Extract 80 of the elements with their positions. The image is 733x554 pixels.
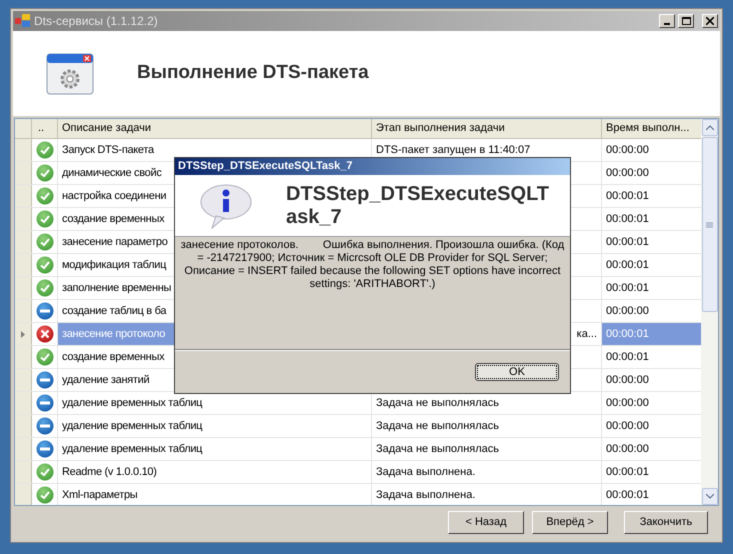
minus-icon: [36, 371, 54, 389]
dialog-title: DTSStep_DTSExecuteSQLTask_7: [178, 159, 352, 174]
table-cell-text: 00:00:00: [605, 304, 650, 319]
minus-icon: [36, 302, 54, 320]
app-icon: [15, 14, 31, 28]
table-cell: удаление временных таблиц: [58, 415, 372, 437]
table-cell: Задача выполнена.: [372, 484, 602, 505]
table-cell-text: 00:00:00: [605, 372, 650, 388]
table-cell: Задача не выполнялась: [372, 415, 602, 437]
column-header[interactable]: Время выполн...: [602, 119, 701, 138]
minus-icon: [36, 417, 54, 435]
table-cell-text: 00:00:01: [605, 188, 650, 204]
table-cell: Xml-параметры: [58, 484, 372, 505]
table-cell-text: 00:00:00: [605, 142, 650, 158]
table-cell-text: 00:00:01: [605, 350, 650, 365]
scrollbar[interactable]: [701, 119, 718, 505]
column-header[interactable]: Описание задачи: [58, 119, 372, 138]
row-header-cell[interactable]: [15, 438, 32, 460]
wizard-button[interactable]: Вперёд >: [532, 511, 608, 534]
check-icon: [36, 210, 54, 228]
minus-icon: [36, 440, 54, 458]
page-title: Выполнение DTS-пакета: [137, 61, 369, 86]
row-header-cell[interactable]: [15, 323, 32, 345]
row-header-cell[interactable]: [15, 277, 32, 299]
close-icon: [706, 17, 714, 25]
grip-icon: [706, 222, 713, 228]
table-cell-text: 00:00:00: [605, 166, 650, 181]
scroll-down-button[interactable]: [702, 488, 718, 505]
check-icon: [36, 233, 54, 251]
table-cell-text: 00:00:01: [605, 212, 650, 227]
table-cell-text: 00:00:01: [605, 488, 650, 503]
current-row-icon: [21, 330, 25, 338]
table-cell-text: 00:00:00: [605, 418, 650, 434]
row-header-cell[interactable]: [15, 162, 32, 184]
wizard-button[interactable]: Закончить: [624, 511, 708, 534]
info-icon: [200, 182, 252, 228]
check-icon: [36, 348, 54, 366]
table-cell: Readme (v 1.0.0.10): [58, 461, 372, 483]
table-cell-text: 00:00:01: [605, 280, 650, 296]
row-header-cell[interactable]: [15, 185, 32, 207]
row-header-cell[interactable]: [15, 346, 32, 368]
table-cell-text: 00:00:01: [605, 464, 650, 480]
table-cell-text: 00:00:01: [605, 258, 650, 273]
scroll-up-button[interactable]: [702, 119, 718, 136]
column-header[interactable]: ..: [32, 119, 58, 138]
minus-icon: [36, 394, 54, 412]
table-cell-text: 00:00:00: [605, 396, 650, 411]
table-cell: 00:00:01: [602, 323, 701, 345]
ok-button[interactable]: OK: [475, 363, 559, 381]
maximize-button[interactable]: [678, 14, 694, 28]
table-cell: удаление временных таблиц: [58, 438, 372, 460]
column-header[interactable]: Этап выполнения задачи: [372, 119, 602, 138]
window-title: Dts-сервисы (1.1.12.2): [34, 13, 159, 30]
check-icon: [36, 463, 54, 481]
row-header-cell[interactable]: [15, 254, 32, 276]
row-header-cell[interactable]: [15, 484, 32, 505]
row-header-cell[interactable]: [15, 208, 32, 230]
close-button[interactable]: [702, 14, 718, 28]
settings-window-icon: [46, 52, 94, 94]
row-header-cell[interactable]: [15, 369, 32, 391]
minimize-button[interactable]: [659, 14, 675, 28]
row-header-cell[interactable]: [15, 300, 32, 322]
check-icon: [36, 141, 54, 159]
error-icon: [36, 325, 54, 343]
check-icon: [36, 256, 54, 274]
row-header-cell[interactable]: [15, 139, 32, 161]
table-cell: Задача выполнена.: [372, 461, 602, 483]
row-header-cell[interactable]: [15, 461, 32, 483]
maximize-icon: [682, 17, 690, 25]
table-cell-text: 00:00:00: [605, 442, 650, 457]
table-cell-text: 00:00:01: [605, 234, 650, 250]
scroll-thumb[interactable]: [702, 137, 718, 312]
row-header-cell[interactable]: [15, 392, 32, 414]
row-header-cell[interactable]: [15, 415, 32, 437]
row-header-cell[interactable]: [15, 231, 32, 253]
check-icon: [36, 187, 54, 205]
check-icon: [36, 279, 54, 297]
table-cell: Задача не выполнялась: [372, 438, 602, 460]
wizard-button[interactable]: < Назад: [448, 511, 524, 534]
check-icon: [36, 164, 54, 182]
